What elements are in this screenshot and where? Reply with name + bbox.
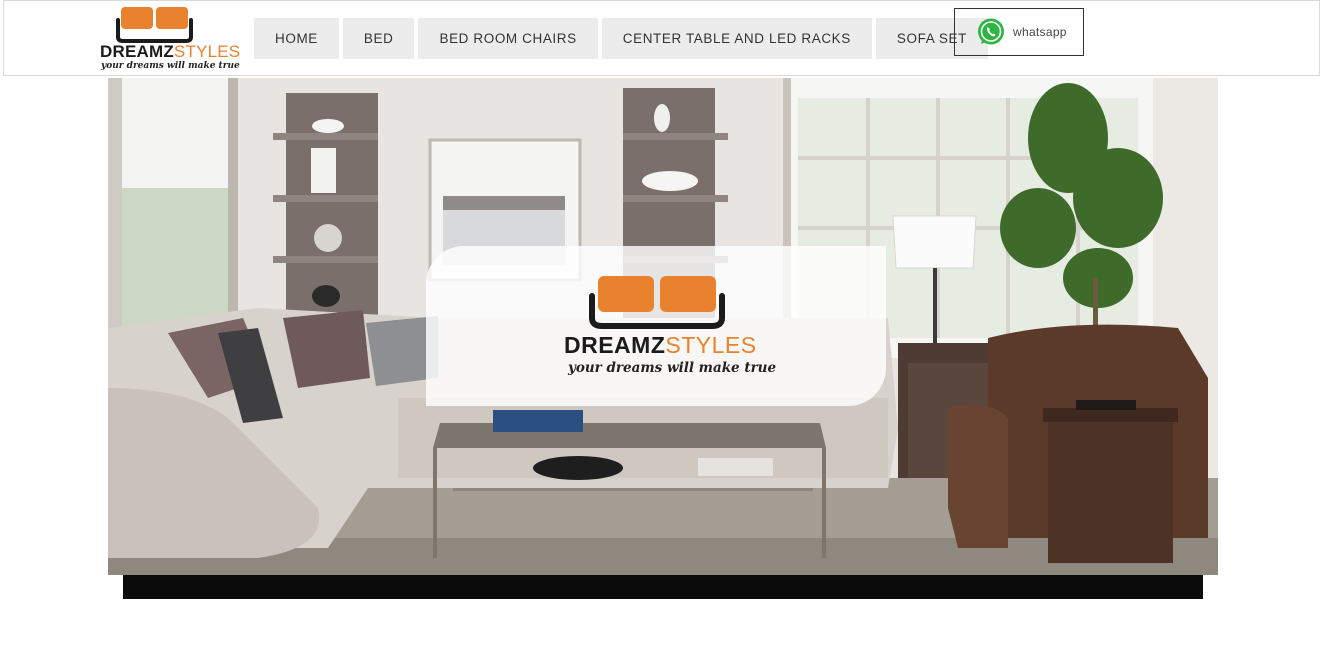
- nav-item-center-table-led-racks[interactable]: CENTER TABLE AND LED RACKS: [601, 18, 872, 59]
- brand-name: DREAMZSTYLES: [100, 42, 240, 62]
- brand-name-part2: STYLES: [173, 42, 241, 61]
- hero-tagline: your dreams will make true: [568, 360, 777, 376]
- brand-name-part1: DREAMZ: [100, 42, 174, 61]
- sofa-logo-icon: [116, 7, 193, 43]
- whatsapp-button[interactable]: whatsapp: [954, 8, 1084, 56]
- sofa-logo-icon: [589, 276, 725, 329]
- hero-logo-overlay: DREAMZSTYLES your dreams will make true: [426, 246, 886, 406]
- nav-item-bed-room-chairs[interactable]: BED ROOM CHAIRS: [418, 18, 598, 59]
- hero-brand-part2: STYLES: [665, 332, 757, 358]
- brand-tagline: your dreams will make true: [101, 61, 240, 71]
- whatsapp-label: whatsapp: [1013, 25, 1067, 39]
- hero-banner: DREAMZSTYLES your dreams will make true: [108, 78, 1218, 575]
- whatsapp-icon: [978, 18, 1004, 45]
- nav-item-home[interactable]: HOME: [254, 18, 339, 59]
- site-logo[interactable]: DREAMZSTYLES your dreams will make true: [100, 4, 240, 72]
- main-nav: HOME BED BED ROOM CHAIRS CENTER TABLE AN…: [254, 18, 988, 59]
- hero-brand-part1: DREAMZ: [564, 332, 666, 358]
- nav-item-bed[interactable]: BED: [342, 18, 415, 59]
- slider-caption-bar: [123, 575, 1203, 599]
- hero-brand-name: DREAMZSTYLES: [564, 332, 757, 359]
